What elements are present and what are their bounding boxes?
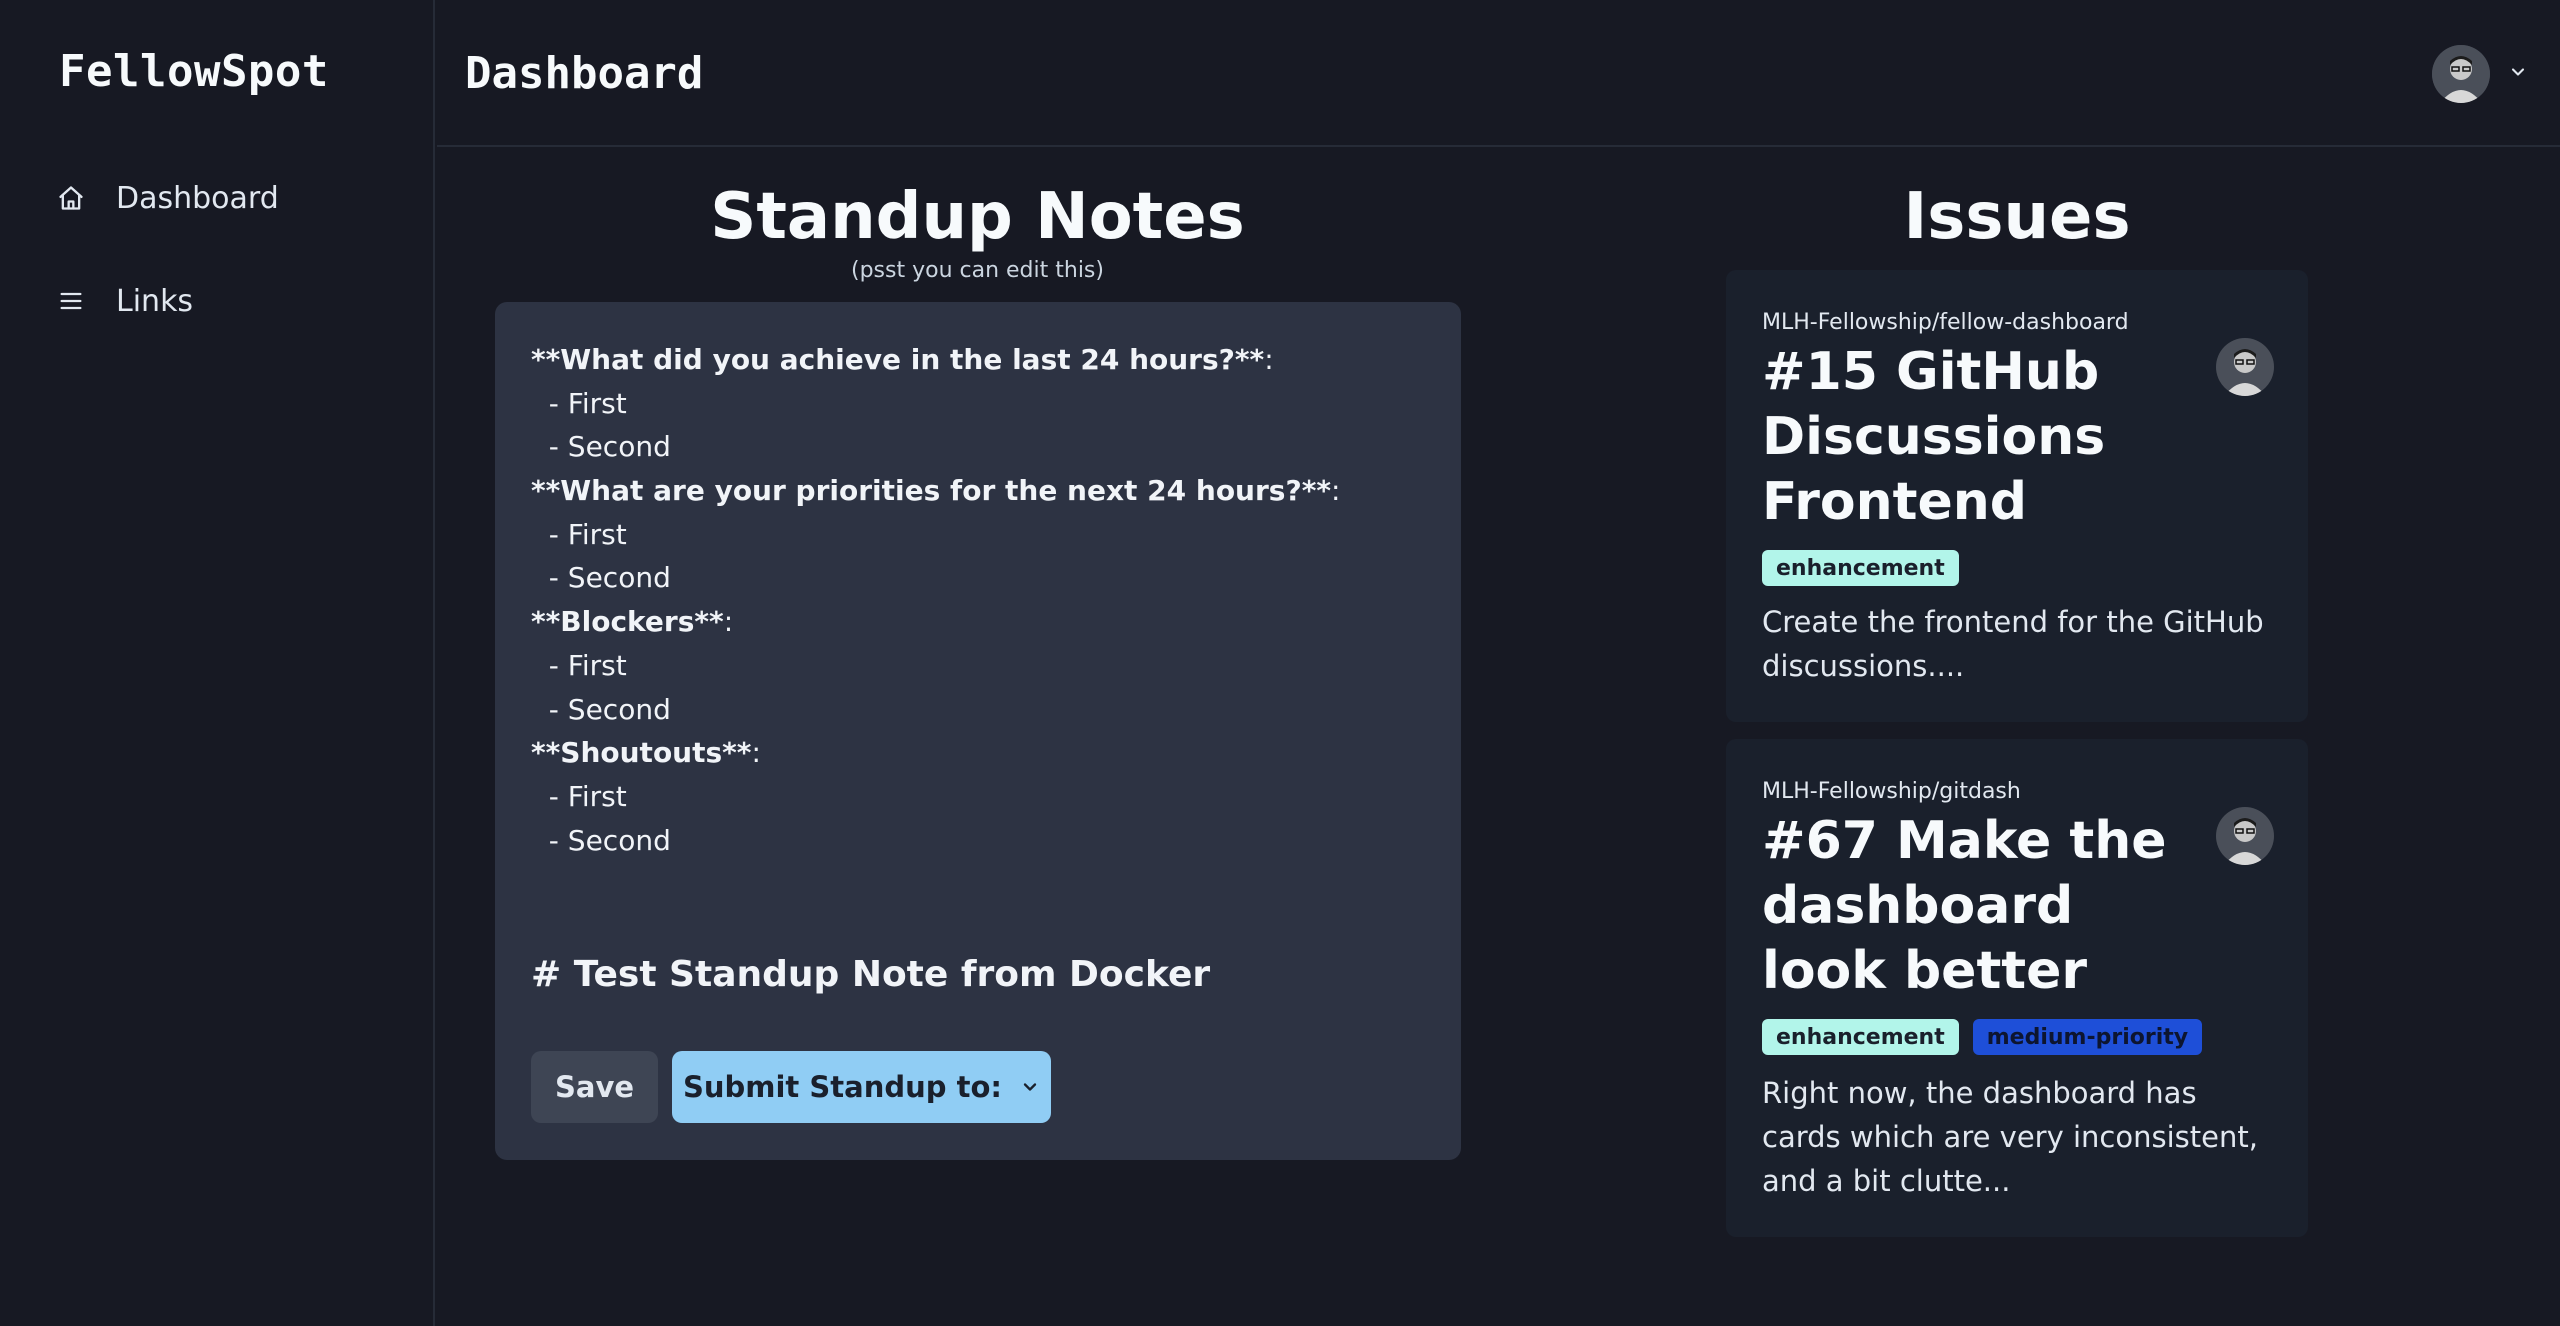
- sidebar-item-label: Dashboard: [116, 180, 279, 216]
- sidebar: FellowSpot Dashboard Links: [0, 0, 435, 1326]
- assignee-avatar: [2216, 338, 2274, 396]
- note-line: - Second: [531, 561, 671, 595]
- note-line: - First: [531, 779, 627, 813]
- issue-repo: MLH-Fellowship/fellow-dashboard: [1762, 310, 2129, 335]
- brand-logo[interactable]: FellowSpot: [59, 46, 329, 97]
- menu-icon: [56, 286, 86, 316]
- page-title: Dashboard: [465, 48, 704, 99]
- tag-badge: medium-priority: [1972, 1019, 2203, 1055]
- issue-tags: enhancement: [1762, 550, 1959, 586]
- user-avatar: [2432, 45, 2490, 103]
- note-line: **What are your priorities for the next …: [531, 474, 1341, 508]
- standup-notes-editor[interactable]: **What did you achieve in the last 24 ho…: [531, 338, 1431, 998]
- submit-standup-button[interactable]: Submit Standup to:: [672, 1051, 1051, 1123]
- save-button[interactable]: Save: [531, 1051, 658, 1123]
- note-heading: # Test Standup Note from Docker: [531, 953, 1211, 995]
- tag-badge: enhancement: [1762, 1019, 1959, 1055]
- issue-title[interactable]: #15 GitHub Discussions Frontend: [1762, 340, 2202, 535]
- sidebar-item-links[interactable]: Links: [56, 271, 396, 331]
- assignee-avatar: [2216, 807, 2274, 865]
- issue-repo: MLH-Fellowship/gitdash: [1762, 779, 2021, 804]
- standup-hint: (psst you can edit this): [851, 258, 1104, 283]
- note-line: - First: [531, 648, 627, 682]
- issue-card[interactable]: MLH-Fellowship/fellow-dashboard #15 GitH…: [1726, 270, 2308, 722]
- note-line: **Shoutouts**:: [531, 736, 761, 770]
- note-line: **Blockers**:: [531, 605, 734, 639]
- chevron-down-icon: [2508, 62, 2528, 87]
- issue-tags: enhancement medium-priority: [1762, 1019, 2203, 1055]
- note-line: - Second: [531, 430, 671, 464]
- chevron-down-icon: [1020, 1070, 1040, 1104]
- issue-title[interactable]: #67 Make the dashboard look better: [1762, 809, 2202, 1004]
- note-line: **What did you achieve in the last 24 ho…: [531, 343, 1274, 376]
- sidebar-item-dashboard[interactable]: Dashboard: [56, 168, 396, 228]
- standup-notes-title: Standup Notes: [710, 180, 1245, 254]
- user-menu-button[interactable]: [2432, 44, 2528, 104]
- app-window: FellowSpot Dashboard Links Dashboard Sta…: [0, 0, 2560, 1326]
- note-line: - First: [531, 386, 627, 420]
- home-icon: [56, 183, 86, 213]
- note-line: - First: [531, 517, 627, 551]
- issue-description: Create the frontend for the GitHub discu…: [1762, 605, 2264, 683]
- submit-standup-label: Submit Standup to:: [682, 1070, 1002, 1104]
- tag-badge: enhancement: [1762, 550, 1959, 586]
- note-line: - Second: [531, 692, 671, 726]
- issues-title: Issues: [1903, 180, 2131, 254]
- top-header: Dashboard: [437, 0, 2560, 147]
- issue-description: Right now, the dashboard has cards which…: [1762, 1076, 2258, 1198]
- issue-card[interactable]: MLH-Fellowship/gitdash #67 Make the dash…: [1726, 739, 2308, 1237]
- note-line: - Second: [531, 823, 671, 857]
- standup-notes-card: **What did you achieve in the last 24 ho…: [495, 302, 1461, 1160]
- sidebar-item-label: Links: [116, 283, 194, 319]
